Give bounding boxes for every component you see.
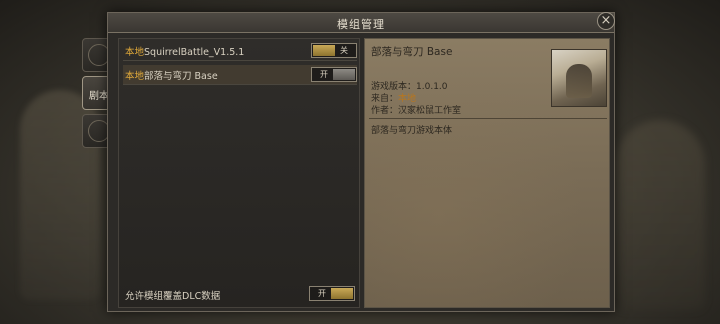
dialog-titlebar: 模组管理 [108,13,614,33]
mod-author-line: 作者：汉家松鼠工作室 [371,103,461,116]
dlc-override-row: 允许模组覆盖DLC数据 开 [123,285,357,303]
mod-source: 本地 [125,47,145,58]
mod-list-item[interactable]: 本地部落与弯刀 Base 开 [123,65,357,85]
dlc-override-toggle[interactable]: 开 [309,286,355,301]
toggle-label: 开 [320,70,328,79]
toggle-label: 关 [340,46,348,55]
toggle-label: 开 [318,289,326,298]
mod-thumbnail-image [551,49,607,107]
mod-toggle[interactable]: 关 [311,43,357,58]
mod-list-panel: 本地SquirrelBattle_V1.5.1 关 本地部落与弯刀 Base 开… [118,38,360,308]
mod-manager-dialog: 模组管理 本地SquirrelBattle_V1.5.1 关 本地部落与弯刀 B… [107,12,615,312]
author-value: 汉家松鼠工作室 [398,106,462,116]
toggle-knob [313,45,335,56]
mod-source: 本地 [125,71,145,82]
mod-name: 部落与弯刀 Base [144,71,218,82]
detail-divider [369,118,607,119]
mod-detail-title: 部落与弯刀 Base [371,46,453,58]
mod-toggle[interactable]: 开 [311,67,357,82]
toggle-knob [331,288,353,299]
mod-label: 本地部落与弯刀 Base [125,68,218,82]
mod-description: 部落与弯刀游戏本体 [371,126,453,136]
mod-name: SquirrelBattle_V1.5.1 [144,47,245,58]
mod-list-item[interactable]: 本地SquirrelBattle_V1.5.1 关 [123,41,357,61]
dlc-override-label: 允许模组覆盖DLC数据 [125,291,221,302]
mod-label: 本地SquirrelBattle_V1.5.1 [125,44,244,58]
close-button[interactable]: × [597,12,615,30]
dialog-title: 模组管理 [337,18,385,31]
mod-detail-panel: 部落与弯刀 Base 游戏版本：1.0.1.0 来自：本地 作者：汉家松鼠工作室… [364,38,610,308]
close-icon: × [600,13,612,28]
author-label: 作者： [371,106,399,116]
rider-figure [566,64,592,98]
version-value: 1.0.1.0 [416,82,448,92]
background-figure-right [615,120,705,310]
toggle-knob [333,69,355,80]
